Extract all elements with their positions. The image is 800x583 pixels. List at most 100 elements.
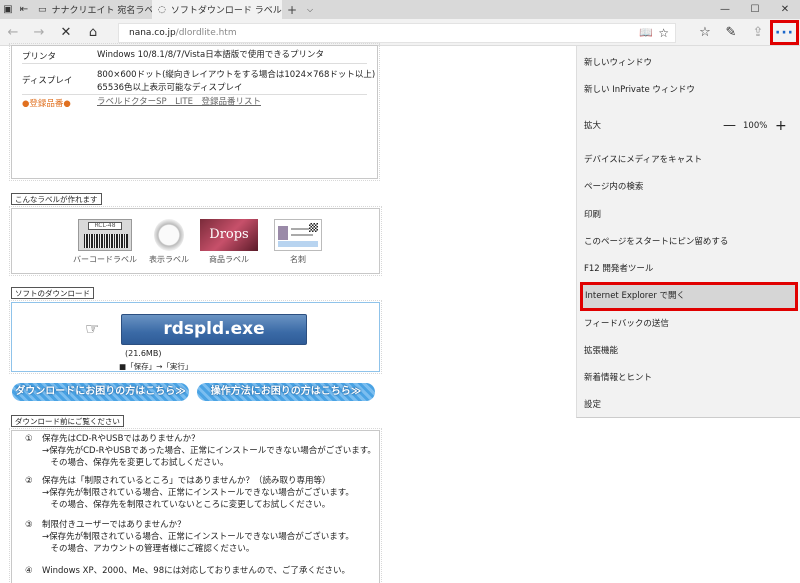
close-window-icon[interactable]: ✕ [770, 0, 800, 19]
more-actions-icon[interactable]: ··· [770, 20, 799, 45]
barcode-bars [84, 234, 128, 248]
menu-new-inprivate-window[interactable]: 新しい InPrivate ウィンドウ [584, 77, 792, 103]
note-line: その場合、保存先を変更してお試しください。 [42, 458, 229, 468]
tab-title: ナナクリエイト 宛名ラベル、表 [51, 6, 152, 16]
url-host: nana.co.jp [129, 28, 176, 38]
spec-value: 65536色以上表示可能なディスプレイ [97, 83, 243, 93]
stop-loading-icon[interactable]: ✕ [55, 23, 77, 41]
note-number: ④ [25, 566, 33, 576]
web-page: プリンタ Windows 10/8.1/8/7/Vista日本語版で使用できるプ… [0, 43, 575, 583]
menu-zoom: 拡大 — 100% + [584, 113, 792, 139]
note-line: その場合、アカウントの管理者様にご確認ください。 [42, 544, 255, 554]
note-number: ③ [25, 520, 33, 530]
label-barcode: RCL-48 バーコードラベル [70, 219, 140, 265]
menu-whats-new[interactable]: 新着情報とヒント [584, 365, 792, 391]
menu-open-with-internet-explorer[interactable]: Internet Explorer で開く [580, 282, 798, 311]
set-aside-tabs-icon[interactable]: ⇤ [16, 0, 32, 19]
labels-box: RCL-48 バーコードラベル 表示ラベル Drops 商品ラベル 名刺 [9, 206, 382, 276]
tab-bar: ▣ ⇤ ▭ ナナクリエイト 宛名ラベル、表 ◌ ソフトダウンロード ラベルド ✕… [0, 0, 800, 19]
menu-print[interactable]: 印刷 [584, 202, 792, 228]
share-icon[interactable]: ⇪ [747, 23, 769, 41]
note-number: ② [25, 476, 33, 486]
minimize-icon[interactable]: — [710, 0, 740, 19]
file-size: (21.6MB) [125, 349, 162, 358]
tab-preview-icon[interactable]: ▣ [0, 0, 16, 19]
note-text: 保存先はCD-RやUSBではありませんか？ →保存先がCD-RやUSBであった場… [42, 433, 382, 469]
spec-value-group: 800×600ドット(縦向きレイアウトをする場合は1024×768ドット以上) … [97, 70, 377, 94]
note-line: →保存先が制限されている場合、正常にインストールできない場合がございます。 [42, 488, 354, 498]
card-line [291, 234, 313, 236]
download-section-title: ソフトのダウンロード [11, 287, 94, 299]
download-help-link[interactable]: ダウンロードにお困りの方はこちら≫ [12, 383, 189, 401]
spec-box: プリンタ Windows 10/8.1/8/7/Vista日本語版で使用できるプ… [9, 43, 380, 181]
favorite-star-icon[interactable]: ☆ [658, 24, 669, 42]
menu-f12-devtools[interactable]: F12 開発者ツール [584, 256, 792, 282]
menu-new-window[interactable]: 新しいウィンドウ [584, 50, 792, 76]
download-hint: ■「保存」→「実行」 [119, 362, 193, 371]
menu-send-feedback[interactable]: フィードバックの送信 [584, 311, 792, 337]
notes-section-title: ダウンロード前にご覧ください [11, 415, 124, 427]
label-businesscard: 名刺 [270, 219, 326, 265]
address-bar[interactable]: nana.co.jp/dlordlite.htm 📖 ☆ [118, 23, 676, 43]
spec-label: プリンタ [22, 52, 57, 62]
chevron-down-icon[interactable]: ⌵ [302, 5, 318, 15]
download-exe-button[interactable]: rdspld.exe [121, 314, 307, 345]
web-note-icon[interactable]: ✎ [720, 23, 742, 41]
note-line: →保存先がCD-RやUSBであった場合、正常にインストールできない場合がございま… [42, 446, 376, 456]
zoom-in-icon[interactable]: + [775, 113, 787, 139]
label-product: Drops 商品ラベル [196, 219, 262, 265]
divider [22, 94, 367, 95]
note-number: ① [25, 434, 33, 444]
back-arrow-icon[interactable]: ← [2, 23, 24, 41]
tab-title: ソフトダウンロード ラベルド [170, 6, 282, 16]
qr-code [309, 223, 318, 232]
note-line: Windows XP、2000、Me、98には対応しておりませんので、ご了承くだ… [42, 566, 351, 576]
note-line: 保存先は「制限されているところ」ではありませんか？（読み取り専用等） [42, 476, 331, 486]
display-label-image [154, 219, 184, 251]
menu-settings[interactable]: 設定 [584, 392, 792, 418]
label-caption: 表示ラベル [149, 255, 189, 264]
card-line [291, 228, 309, 230]
maximize-icon[interactable]: ☐ [740, 0, 770, 19]
note-text: 保存先は「制限されているところ」ではありませんか？（読み取り専用等） →保存先が… [42, 475, 382, 511]
note-line: 保存先はCD-RやUSBではありませんか？ [42, 434, 200, 444]
label-caption: 商品ラベル [209, 255, 249, 264]
menu-extensions[interactable]: 拡張機能 [584, 338, 792, 364]
tab-nanacreate[interactable]: ▭ ナナクリエイト 宛名ラベル、表 [32, 0, 152, 19]
more-actions-menu: 新しいウィンドウ 新しい InPrivate ウィンドウ 拡大 — 100% +… [576, 46, 800, 418]
loading-icon: ◌ [158, 4, 166, 15]
forward-arrow-icon[interactable]: → [28, 23, 50, 41]
reg-list-link[interactable]: ラベルドクターSP LITE 登録品番リスト [97, 97, 377, 108]
menu-find-on-page[interactable]: ページ内の検索 [584, 174, 792, 200]
zoom-label: 拡大 [584, 121, 602, 131]
label-display: 表示ラベル [142, 219, 196, 265]
zoom-out-icon[interactable]: — [723, 113, 736, 139]
operation-help-link[interactable]: 操作方法にお困りの方はこちら≫ [197, 383, 375, 401]
spec-value: 800×600ドット(縦向きレイアウトをする場合は1024×768ドット以上) [97, 70, 376, 80]
barcode-label-image: RCL-48 [78, 219, 132, 251]
window-controls: — ☐ ✕ [710, 0, 800, 19]
business-card-image [274, 219, 322, 251]
label-caption: 名刺 [290, 255, 306, 264]
reading-view-icon[interactable]: 📖 [639, 24, 653, 42]
pointing-hand-icon: ☞ [85, 319, 100, 338]
labels-section-title: こんなラベルが作れます [11, 193, 102, 205]
reg-label: ●登録品番● [22, 99, 71, 109]
note-text: 制限付きユーザーではありませんか？ →保存先が制限されている場合、正常にインスト… [42, 519, 382, 555]
menu-cast-media[interactable]: デバイスにメディアをキャスト [584, 147, 792, 173]
barcode-text: RCL-48 [88, 222, 122, 230]
card-strip [278, 241, 318, 247]
home-icon[interactable]: ⌂ [82, 23, 104, 41]
tab-software-download[interactable]: ◌ ソフトダウンロード ラベルド ✕ [152, 0, 282, 19]
spec-value: Windows 10/8.1/8/7/Vista日本語版で使用できるプリンタ [97, 50, 325, 60]
divider [22, 63, 367, 64]
note-text: Windows XP、2000、Me、98には対応しておりませんので、ご了承くだ… [42, 565, 382, 577]
card-photo [278, 226, 288, 240]
drops-label-image: Drops [200, 219, 258, 251]
new-tab-icon[interactable]: + [282, 3, 302, 17]
favorites-hub-icon[interactable]: ☆ [694, 23, 716, 41]
label-caption: バーコードラベル [73, 255, 137, 264]
page-icon: ▭ [38, 4, 47, 15]
note-line: その場合、保存先を制限されていないところに変更してお試しください。 [42, 500, 331, 510]
menu-pin-to-start[interactable]: このページをスタートにピン留めする [584, 229, 792, 255]
